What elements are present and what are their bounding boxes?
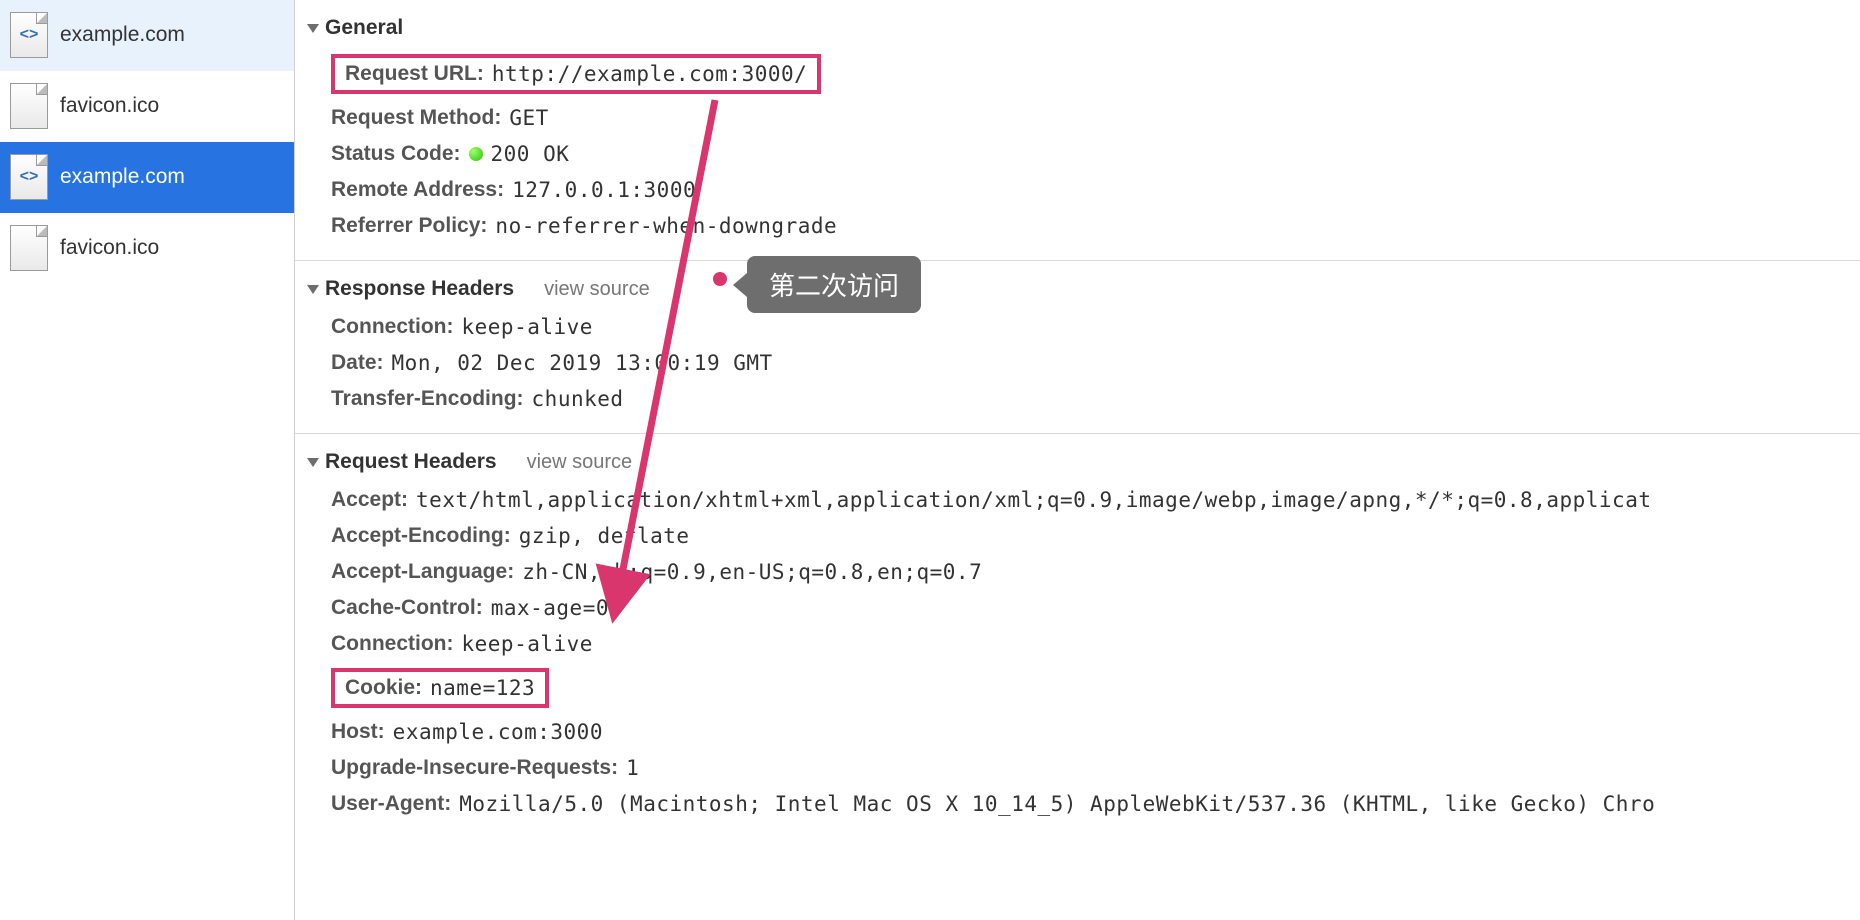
label: Transfer-Encoding — [331, 387, 524, 411]
row-cookie: Cookie name=123 — [331, 662, 1860, 714]
row-cache-control: Cache-Control max-age=0 — [331, 590, 1860, 626]
highlight-box-url: Request URL http://example.com:3000/ — [331, 54, 821, 94]
request-rows: Accept text/html,application/xhtml+xml,a… — [295, 482, 1860, 822]
request-list: <> example.com favicon.ico <> example.co… — [0, 0, 295, 920]
value: zh-CN,zh;q=0.9,en-US;q=0.8,en;q=0.7 — [522, 560, 982, 584]
label: Referrer Policy — [331, 214, 487, 238]
label: Status Code — [331, 142, 461, 166]
label: Connection — [331, 632, 454, 656]
row-status-code: Status Code 200 OK — [331, 136, 1860, 172]
value: 200 OK — [491, 142, 570, 166]
row-accept-encoding: Accept-Encoding gzip, deflate — [331, 518, 1860, 554]
general-rows: Request URL http://example.com:3000/ Req… — [295, 48, 1860, 244]
value: keep-alive — [462, 632, 593, 656]
section-header-request[interactable]: Request Headers view source — [295, 442, 1860, 482]
row-accept: Accept text/html,application/xhtml+xml,a… — [331, 482, 1860, 518]
response-rows: Connection keep-alive Date Mon, 02 Dec 2… — [295, 309, 1860, 417]
value: chunked — [532, 387, 624, 411]
value: 127.0.0.1:3000 — [512, 178, 696, 202]
label: Request Method — [331, 106, 501, 130]
label: Upgrade-Insecure-Requests — [331, 756, 618, 780]
value: 1 — [626, 756, 639, 780]
value: gzip, deflate — [519, 524, 690, 548]
request-item-1[interactable]: favicon.ico — [0, 71, 294, 142]
request-item-3[interactable]: favicon.ico — [0, 213, 294, 284]
value: max-age=0 — [491, 596, 609, 620]
row-user-agent: User-Agent Mozilla/5.0 (Macintosh; Intel… — [331, 786, 1860, 822]
section-title: General — [325, 16, 403, 40]
request-item-label: favicon.ico — [60, 236, 159, 260]
row-resp-date: Date Mon, 02 Dec 2019 13:00:19 GMT — [331, 345, 1860, 381]
view-source-link[interactable]: view source — [544, 278, 650, 301]
row-connection: Connection keep-alive — [331, 626, 1860, 662]
headers-panel: General Request URL http://example.com:3… — [295, 0, 1860, 920]
label: User-Agent — [331, 792, 451, 816]
section-title: Request Headers — [325, 450, 497, 474]
row-resp-transfer-encoding: Transfer-Encoding chunked — [331, 381, 1860, 417]
disclosure-triangle-icon — [307, 24, 319, 33]
disclosure-triangle-icon — [307, 285, 319, 294]
html-glyph-icon: <> — [20, 168, 39, 186]
document-icon: <> — [10, 154, 48, 200]
value: example.com:3000 — [393, 720, 603, 744]
section-request-headers: Request Headers view source Accept text/… — [295, 433, 1860, 838]
document-icon — [10, 83, 48, 129]
label: Date — [331, 351, 384, 375]
section-header-general[interactable]: General — [295, 8, 1860, 48]
document-icon — [10, 225, 48, 271]
row-resp-connection: Connection keep-alive — [331, 309, 1860, 345]
html-glyph-icon: <> — [20, 26, 39, 44]
status-ok-icon — [469, 147, 483, 161]
document-icon: <> — [10, 12, 48, 58]
request-item-label: example.com — [60, 165, 185, 189]
label: Accept — [331, 488, 408, 512]
label: Cache-Control — [331, 596, 483, 620]
row-request-method: Request Method GET — [331, 100, 1860, 136]
section-header-response[interactable]: Response Headers view source — [295, 269, 1860, 309]
row-accept-language: Accept-Language zh-CN,zh;q=0.9,en-US;q=0… — [331, 554, 1860, 590]
row-host: Host example.com:3000 — [331, 714, 1860, 750]
request-item-label: example.com — [60, 23, 185, 47]
label: Cookie — [345, 676, 422, 700]
row-referrer-policy: Referrer Policy no-referrer-when-downgra… — [331, 208, 1860, 244]
value: GET — [509, 106, 548, 130]
value: http://example.com:3000/ — [492, 62, 807, 86]
row-request-url: Request URL http://example.com:3000/ — [331, 48, 1860, 100]
value: name=123 — [430, 676, 535, 700]
label: Accept-Encoding — [331, 524, 511, 548]
devtools-network-panel: <> example.com favicon.ico <> example.co… — [0, 0, 1860, 920]
highlight-box-cookie: Cookie name=123 — [331, 668, 549, 708]
label: Connection — [331, 315, 454, 339]
value: keep-alive — [462, 315, 593, 339]
section-response-headers: Response Headers view source Connection … — [295, 260, 1860, 433]
row-upgrade-insecure: Upgrade-Insecure-Requests 1 — [331, 750, 1860, 786]
label: Remote Address — [331, 178, 504, 202]
value: Mon, 02 Dec 2019 13:00:19 GMT — [392, 351, 773, 375]
label: Request URL — [345, 62, 484, 86]
value: text/html,application/xhtml+xml,applicat… — [416, 488, 1651, 512]
section-title: Response Headers — [325, 277, 514, 301]
section-general: General Request URL http://example.com:3… — [295, 0, 1860, 260]
value: no-referrer-when-downgrade — [495, 214, 837, 238]
disclosure-triangle-icon — [307, 458, 319, 467]
view-source-link[interactable]: view source — [527, 451, 633, 474]
request-item-0[interactable]: <> example.com — [0, 0, 294, 71]
request-item-2[interactable]: <> example.com — [0, 142, 294, 213]
label: Accept-Language — [331, 560, 514, 584]
value: Mozilla/5.0 (Macintosh; Intel Mac OS X 1… — [459, 792, 1655, 816]
label: Host — [331, 720, 385, 744]
request-item-label: favicon.ico — [60, 94, 159, 118]
row-remote-address: Remote Address 127.0.0.1:3000 — [331, 172, 1860, 208]
